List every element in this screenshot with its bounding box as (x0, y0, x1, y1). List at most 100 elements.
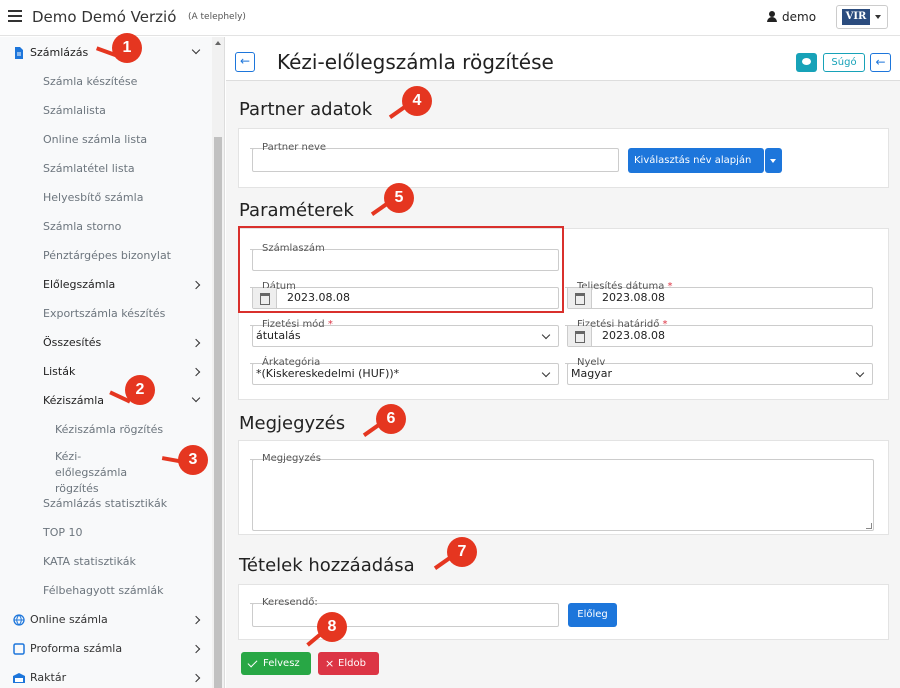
check-icon (247, 657, 258, 668)
price-category-select[interactable]: Árkategória *(Kiskereskedelmi (HUF))* (249, 357, 559, 385)
logo-dropdown[interactable]: VIR (836, 5, 888, 29)
marker-number: 1 (122, 39, 132, 56)
back-arrow-button[interactable]: ← (870, 53, 891, 72)
sidebar-item-szamlalista[interactable]: Számlalista (0, 97, 212, 125)
partner-card: Partner neve Kiválasztás név alapján (238, 128, 889, 188)
marker-2: 2 (109, 375, 155, 405)
sidebar-item-szamla-keszitese[interactable]: Számla készítése (0, 68, 212, 96)
discard-button[interactable]: × Eldob (318, 652, 379, 675)
partner-name-field[interactable]: Partner neve (249, 142, 619, 172)
chat-button[interactable] (796, 53, 817, 72)
due-date-value: 2023.08.08 (602, 329, 665, 342)
sidebar-item-kata[interactable]: KATA statisztikák (0, 548, 212, 576)
x-icon: × (325, 657, 335, 670)
sidebar-item-label: Listák (43, 365, 76, 378)
chevron-down-icon (191, 45, 201, 55)
section-params: Paraméterek (239, 200, 354, 221)
marker-number: 6 (386, 410, 396, 427)
resize-handle-icon[interactable] (866, 523, 872, 529)
sidebar-item-label: Számlázás (30, 46, 89, 59)
calendar-icon (568, 288, 592, 308)
search-label: Keresendő: (250, 597, 318, 608)
sidebar-item-elolegszamla[interactable]: Előlegszámla (0, 271, 212, 299)
sidebar-item-online-szamla-lista[interactable]: Online számla lista (0, 126, 212, 154)
sidebar-item-storno[interactable]: Számla storno (0, 213, 212, 241)
globe-icon (13, 614, 25, 626)
sidebar-item-keziszamla[interactable]: Kéziszámla (0, 387, 212, 415)
sidebar-item-label: Online számla lista (43, 133, 148, 146)
section-note: Megjegyzés (239, 413, 346, 434)
payment-mode-select[interactable]: Fizetési mód * átutalás (250, 319, 559, 347)
marker-1: 1 (95, 33, 142, 63)
advance-button[interactable]: Előleg (568, 603, 617, 627)
payment-mode-value: átutalás (256, 329, 301, 342)
sidebar-item-penztargep[interactable]: Pénztárgépes bizonylat (0, 242, 212, 270)
language-select[interactable]: Nyelv Magyar (564, 357, 873, 385)
scrollbar-thumb[interactable] (214, 137, 222, 688)
sidebar-item-osszesites[interactable]: Összesítés (0, 329, 212, 357)
sidebar-item-statisztikak[interactable]: Számlázás statisztikák (0, 490, 212, 518)
input-box (567, 363, 873, 385)
sidebar-item-helyesbito[interactable]: Helyesbítő számla (0, 184, 212, 212)
building-icon (13, 673, 25, 683)
page-header: ← Kézi-előlegszámla rögzítése Súgó ← (226, 37, 900, 81)
select-by-name-button[interactable]: Kiválasztás név alapján (628, 148, 764, 173)
sidebar-item-proforma[interactable]: Proforma számla (0, 635, 212, 663)
required-mark: * (327, 319, 333, 330)
sidebar-item-label: Számlatétel lista (43, 162, 135, 175)
chevron-right-icon (191, 367, 201, 377)
sidebar-item-label: Kézi-előlegszámla rögzítés (55, 450, 128, 495)
marker-3: 3 (161, 445, 208, 475)
performance-date-field[interactable]: Teljesítés dátuma * 2023.08.08 (565, 281, 873, 309)
marker-number: 3 (188, 451, 198, 468)
sidebar-item-kezi-eloleg-rogzites[interactable]: Kézi-előlegszámla rögzítés (0, 445, 140, 495)
sidebar-item-label: TOP 10 (43, 526, 83, 539)
calendar-icon (568, 326, 592, 346)
scroll-up-icon[interactable] (215, 41, 221, 45)
back-button[interactable]: ← (235, 52, 255, 72)
menu-icon[interactable] (8, 10, 22, 22)
sidebar-item-label: Pénztárgépes bizonylat (43, 249, 171, 262)
due-date-field[interactable]: Fizetési határidő * 2023.08.08 (565, 319, 873, 347)
discard-button-label: Eldob (338, 658, 366, 669)
sidebar-item-label: Kéziszámla (43, 394, 105, 407)
sidebar-item-keziszamla-rogzites[interactable]: Kéziszámla rögzítés (0, 416, 212, 444)
note-card: Megjegyzés (238, 440, 889, 535)
input-box (252, 459, 874, 531)
sidebar-item-top10[interactable]: TOP 10 (0, 519, 212, 547)
sidebar-item-label: Összesítés (43, 336, 102, 349)
vir-logo: VIR (842, 9, 870, 25)
select-dropdown-button[interactable] (765, 148, 782, 173)
add-button[interactable]: Felvesz (241, 652, 311, 675)
sidebar-item-label: Exportszámla készítés (43, 307, 166, 320)
note-textarea[interactable]: Megjegyzés (250, 453, 874, 531)
sidebar-item-listak[interactable]: Listák (0, 358, 212, 386)
sidebar-item-felbehagyott[interactable]: Félbehagyott számlák (0, 577, 212, 605)
caret-down-icon (875, 15, 881, 19)
marker-number: 7 (457, 543, 467, 560)
search-input[interactable]: Keresendő: (250, 597, 559, 627)
username: demo (782, 10, 817, 24)
sidebar-item-online-szamla[interactable]: Online számla (0, 606, 212, 634)
marker-4: 4 (388, 86, 432, 119)
square-icon (13, 643, 25, 655)
sidebar-item-label: Helyesbítő számla (43, 191, 144, 204)
sidebar-item-label: Számla storno (43, 220, 122, 233)
required-mark: * (667, 281, 673, 292)
sidebar-item-label: Kéziszámla rögzítés (55, 423, 164, 436)
sidebar-item-export[interactable]: Exportszámla készítés (0, 300, 212, 328)
user-menu[interactable]: demo (766, 10, 816, 24)
sidebar: Számlázás Számla készítése Számlalista O… (0, 37, 225, 688)
sidebar-item-raktar[interactable]: Raktár (0, 664, 212, 688)
sidebar-item-szamlatetel-lista[interactable]: Számlatétel lista (0, 155, 212, 183)
help-button[interactable]: Súgó (823, 53, 865, 72)
marker-6: 6 (362, 404, 406, 437)
sidebar-item-label: Online számla (30, 613, 108, 626)
highlight-box (238, 226, 564, 313)
sidebar-item-label: Raktár (30, 671, 67, 684)
main-content: ← Kézi-előlegszámla rögzítése Súgó ← Par… (226, 37, 900, 688)
sidebar-item-label: KATA statisztikák (43, 555, 136, 568)
sidebar-item-label: Számla készítése (43, 75, 138, 88)
marker-5: 5 (370, 183, 414, 216)
top-bar: Demo Demó Verzió (A telephely) demo VIR (0, 0, 900, 36)
